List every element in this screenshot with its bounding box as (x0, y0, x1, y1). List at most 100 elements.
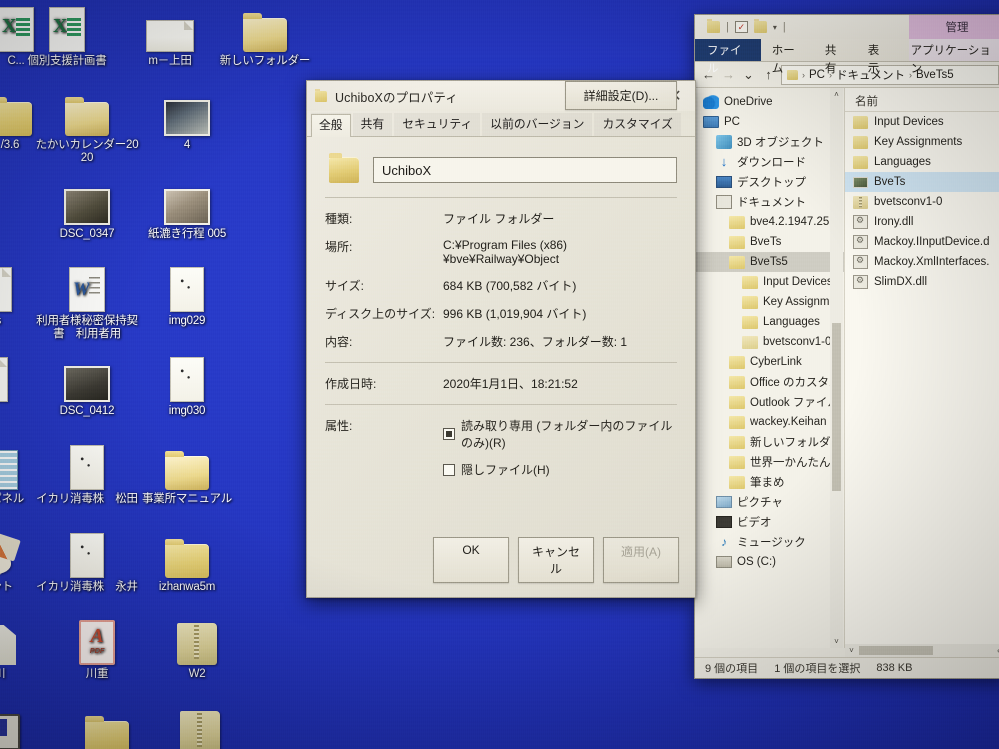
nav-tree-item[interactable]: Key Assignme (695, 292, 844, 312)
file-list-row[interactable]: BveTs (845, 172, 999, 192)
scroll-up-icon[interactable]: ˄ (830, 88, 843, 101)
desktop-icon[interactable]: APDF川重 (45, 615, 149, 681)
desktop-icon[interactable]: W利用者様秘密保持契書 利用者用 (35, 262, 139, 341)
ribbon-tabstrip[interactable]: 管理 ファイルホーム共有表示アプリケーション (695, 39, 999, 62)
forward-icon: → (721, 67, 736, 82)
nav-tree-item[interactable]: ドキュメント (695, 192, 844, 212)
column-header-name[interactable]: 名前 (845, 90, 999, 112)
file-list-pane[interactable]: 名前 Input DevicesKey AssignmentsLanguages… (845, 88, 999, 648)
nav-tree-item[interactable]: bve4.2.1947.25: (695, 212, 844, 232)
desktop-icon[interactable]: イカリ消毒株 永井 (35, 528, 139, 594)
nav-tree-item[interactable]: デスクトップ (695, 172, 844, 192)
nav-tree-label: ビデオ (737, 514, 772, 530)
nav-tree-item[interactable]: BveTs5 (695, 252, 844, 272)
dialog-tab[interactable]: 共有 (353, 113, 393, 136)
desktop-icon[interactable]: 事業所マニュアル (135, 440, 239, 506)
checkbox-readonly[interactable] (443, 428, 455, 440)
nav-tree-item[interactable]: wackey.Keihan (695, 412, 844, 432)
nav-tree-item[interactable]: Input Devices (695, 272, 844, 292)
nav-tree-item[interactable]: PC (695, 112, 844, 132)
nav-tree-item[interactable]: 新しいフォルダー (695, 432, 844, 452)
desktop-icon[interactable]: izhanwa5m (135, 528, 239, 594)
folder-name-input[interactable]: UchiboX (373, 157, 677, 183)
dialog-title: UchiboXのプロパティ (335, 87, 458, 106)
nav-tree-item[interactable]: ♪ミュージック (695, 532, 844, 552)
nav-tree-item[interactable]: Office のカスタム (695, 372, 844, 392)
file-explorer-window[interactable]: | ✓ ▾ | 管理 ファイルホーム共有表示アプリケーション ← → ⌄ ↑ ›… (694, 14, 999, 679)
nav-tree-item[interactable]: 世界一かんたん (695, 452, 844, 472)
hscroll-thumb[interactable] (859, 646, 933, 655)
nav-tree-item[interactable]: BveTs (695, 232, 844, 252)
file-list-row[interactable]: Mackoy.IInputDevice.d (845, 232, 999, 252)
scroll-down-icon[interactable]: ˅ (830, 635, 843, 648)
desktop-icon[interactable]: DSC_0412 (35, 352, 139, 418)
nav-tree-item[interactable]: Outlook ファイル (695, 392, 844, 412)
desktop-icon[interactable] (55, 705, 159, 749)
ribbon-tab[interactable]: アプリケーション (900, 39, 999, 61)
folder-icon[interactable] (707, 21, 720, 33)
breadcrumb[interactable]: ›PC›ドキュメント›BveTs5 (781, 65, 999, 85)
desktop-icon[interactable] (148, 703, 252, 749)
chevron-down-icon[interactable]: ▾ (773, 23, 777, 32)
desktop-icon[interactable]: 紙漉き行程 005 (135, 175, 239, 241)
desktop-icon[interactable]: 新しいフォルダー (213, 2, 317, 68)
scroll-left-icon[interactable]: ˅ (845, 646, 858, 655)
breadcrumb-item[interactable]: PC (809, 69, 825, 81)
desktop-icon[interactable]: 個別支援計画書 (15, 2, 119, 68)
dialog-tab[interactable]: 以前のバージョン (482, 113, 592, 136)
file-list-row[interactable]: Key Assignments (845, 132, 999, 152)
dialog-tab[interactable]: カスタマイズ (594, 113, 680, 136)
address-bar[interactable]: ← → ⌄ ↑ ›PC›ドキュメント›BveTs5 (695, 62, 999, 88)
new-folder-icon[interactable] (754, 21, 767, 33)
nav-scrollbar[interactable]: ˄ ˅ (830, 88, 843, 648)
dialog-tab[interactable]: セキュリティ (394, 113, 480, 136)
tag-icon (0, 615, 46, 665)
advanced-settings-button[interactable]: 詳細設定(D)... (565, 81, 677, 110)
desktop-icon[interactable]: img030 (135, 352, 239, 418)
nav-tree-item[interactable]: OS (C:) (695, 552, 844, 572)
ribbon-tab[interactable]: 共有 (814, 39, 857, 61)
nav-tree-item[interactable]: ↓ダウンロード (695, 152, 844, 172)
folder-properties-dialog[interactable]: UchiboXのプロパティ ✕ 全般共有セキュリティ以前のバージョンカスタマイズ… (306, 80, 696, 598)
file-list-row[interactable]: bvetsconv1-0 (845, 192, 999, 212)
recent-locations-icon[interactable]: ⌄ (741, 67, 756, 83)
nav-tree-item[interactable]: 筆まめ (695, 472, 844, 492)
nav-tree-item[interactable]: CyberLink (695, 352, 844, 372)
file-list-row[interactable]: Mackoy.XmlInterfaces. (845, 252, 999, 272)
horizontal-scrollbar[interactable]: ˅ ‹ (845, 644, 999, 657)
zip-icon (853, 196, 868, 209)
navigation-pane[interactable]: OneDrivePC3D オブジェクト↓ダウンロードデスクトップドキュメントbv… (695, 88, 845, 648)
nav-tree-item[interactable]: OneDrive (695, 92, 844, 112)
nav-tree-item[interactable]: 3D オブジェクト (695, 132, 844, 152)
nav-tree-item[interactable]: bvetsconv1-0 (695, 332, 844, 352)
checkbox-hidden[interactable] (443, 464, 455, 476)
desktop-icon[interactable]: W2 (145, 615, 249, 681)
scroll-right-icon[interactable]: ‹ (992, 646, 999, 655)
ok-button[interactable]: OK (433, 537, 509, 583)
dialog-tabstrip[interactable]: 全般共有セキュリティ以前のバージョンカスタマイズ (307, 111, 695, 137)
scroll-thumb[interactable] (832, 323, 841, 491)
desktop-icon[interactable]: 米川 (0, 615, 46, 681)
desktop-icon[interactable]: たかいカレンダー2020 (35, 86, 139, 165)
desktop-icon[interactable]: 4 (135, 86, 239, 152)
properties-check-icon[interactable]: ✓ (735, 21, 748, 33)
ribbon-tab[interactable]: 表示 (857, 39, 900, 61)
file-list-row[interactable]: Languages (845, 152, 999, 172)
readonly-checkbox-row[interactable]: 読み取り専用 (フォルダー内のファイルのみ)(R) (443, 417, 677, 451)
ribbon-tab[interactable]: ファイル (695, 39, 761, 61)
file-list-row[interactable]: SlimDX.dll (845, 272, 999, 292)
desktop-icon[interactable]: img029 (135, 262, 239, 328)
nav-tree-item[interactable]: ビデオ (695, 512, 844, 532)
dialog-tab[interactable]: 全般 (311, 114, 351, 137)
nav-tree-item[interactable]: Languages (695, 312, 844, 332)
desktop-icon[interactable]: DSC_0347 (35, 175, 139, 241)
desktop-icon[interactable] (0, 700, 52, 749)
file-list-row[interactable]: Irony.dll (845, 212, 999, 232)
desktop-icon[interactable]: イカリ消毒株 松田 (35, 440, 139, 506)
desktop-icon[interactable]: m－上田 (118, 2, 222, 68)
file-list-row[interactable]: Input Devices (845, 112, 999, 132)
hidden-checkbox-row[interactable]: 隠しファイル(H) (443, 461, 677, 478)
cancel-button[interactable]: キャンセル (518, 537, 594, 583)
nav-tree-item[interactable]: ピクチャ (695, 492, 844, 512)
ribbon-tab[interactable]: ホーム (761, 39, 814, 61)
